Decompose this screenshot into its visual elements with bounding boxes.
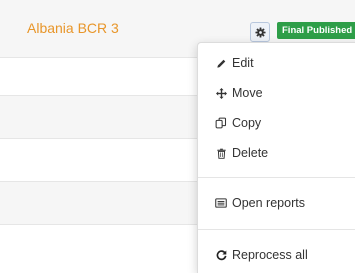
move-arrows-icon: [215, 87, 227, 99]
gear-icon: [254, 26, 266, 38]
menu-item-label: Delete: [232, 146, 269, 160]
status-badge: Final Published: [277, 22, 355, 39]
menu-item-open-reports[interactable]: Open reports: [198, 190, 355, 216]
menu-divider: [198, 229, 355, 230]
menu-item-label: Reprocess all: [232, 248, 308, 262]
menu-item-reprocess-all[interactable]: Reprocess all: [198, 242, 355, 268]
menu-item-label: Move: [232, 86, 263, 100]
menu-item-delete[interactable]: Delete: [198, 140, 355, 166]
menu-item-label: Edit: [232, 56, 254, 70]
project-settings-button[interactable]: [250, 22, 270, 42]
report-icon: [215, 197, 227, 209]
pencil-icon: [215, 57, 227, 69]
menu-item-label: Open reports: [232, 196, 305, 210]
trash-icon: [215, 147, 227, 159]
project-title-link[interactable]: Albania BCR 3: [27, 20, 119, 36]
refresh-icon: [215, 249, 227, 261]
copy-icon: [215, 117, 227, 129]
project-list: Albania BCR 3 Final Published Edit Move …: [0, 0, 355, 273]
menu-item-copy[interactable]: Copy: [198, 110, 355, 136]
menu-item-label: Copy: [232, 116, 262, 130]
project-actions-dropdown: Edit Move Copy Delete Open reports Repro…: [197, 42, 355, 273]
menu-item-move[interactable]: Move: [198, 80, 355, 106]
menu-item-edit[interactable]: Edit: [198, 50, 355, 76]
menu-divider: [198, 177, 355, 178]
